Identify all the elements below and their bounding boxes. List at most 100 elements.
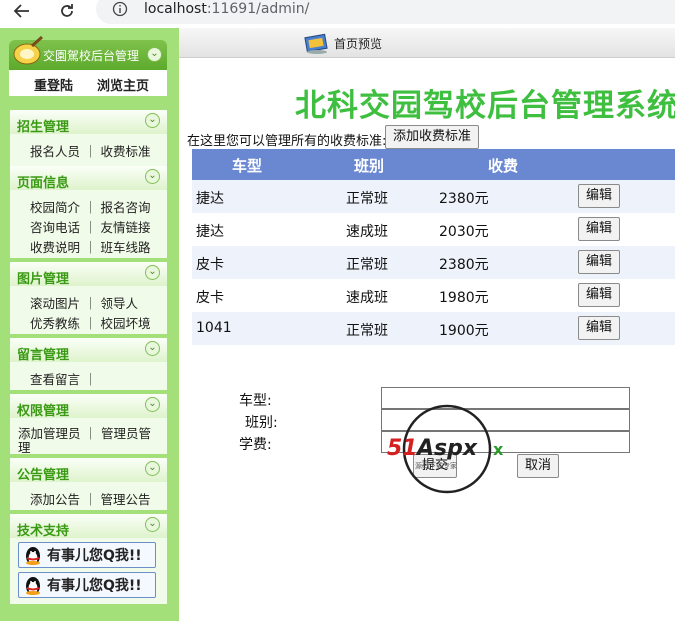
sidebar-section-enrollment: 招生管理 ⌄ 报名人员 ｜ 收费标准	[10, 110, 167, 166]
cell-class: 正常班	[346, 191, 388, 207]
section-header[interactable]: 权限管理 ⌄	[10, 394, 167, 419]
section-header[interactable]: 页面信息 ⌄	[10, 166, 167, 191]
edit-button[interactable]: 编辑	[578, 283, 620, 307]
top-tab-bar: 首页预览	[179, 28, 675, 58]
table-header: 车型 班别 收费	[192, 149, 675, 180]
add-fee-standard-button[interactable]: 添加收费标准	[385, 125, 479, 149]
sidebar-header: 交園駕校后台管理 ⌄	[9, 35, 167, 70]
sidebar-section-announcements: 公告管理 ⌄ 添加公告 ｜ 管理公告	[10, 458, 167, 510]
section-title: 公告管理	[17, 468, 70, 483]
section-links[interactable]: 滚动图片 ｜ 领导人	[30, 293, 138, 312]
cell-fee: 1900元	[439, 323, 489, 339]
browser-toolbar: localhost:11691/admin/	[0, 0, 675, 28]
section-title: 留言管理	[17, 348, 70, 363]
chevron-down-icon[interactable]: ⌄	[145, 397, 160, 412]
qq-penguin-icon	[26, 547, 40, 565]
svg-text:Aspx: Aspx	[415, 436, 478, 461]
cell-fee: 2030元	[439, 224, 489, 240]
section-title: 图片管理	[17, 272, 70, 287]
table-row: 捷达 正常班 2380元 编辑	[192, 180, 675, 213]
section-links[interactable]: 查看留言 ｜	[30, 369, 96, 388]
section-title: 技术支持	[17, 524, 70, 539]
table-row: 捷达 速成班 2030元 编辑	[192, 213, 675, 246]
section-links[interactable]: 优秀教练 ｜ 校园坏境	[30, 313, 150, 332]
section-header[interactable]: 留言管理 ⌄	[10, 338, 167, 363]
sidebar-section-support: 技术支持 ⌄ 有事儿您Q我!! 有事儿您Q我!!	[10, 514, 167, 604]
browse-home-link[interactable]: 浏览主页	[97, 75, 149, 94]
section-links[interactable]: 理	[18, 437, 31, 456]
class-label: 班别:	[245, 415, 278, 431]
url-host: localhost	[144, 1, 207, 17]
edit-button[interactable]: 编辑	[578, 250, 620, 274]
qq-label: 有事儿您Q我!!	[47, 578, 142, 594]
section-links[interactable]: 添加公告 ｜ 管理公告	[30, 489, 150, 508]
chevron-down-icon[interactable]: ⌄	[145, 169, 160, 184]
sidebar-title: 交園駕校后台管理	[43, 49, 140, 63]
cell-car: 捷达	[196, 224, 224, 240]
cell-class: 速成班	[346, 224, 388, 240]
table-row: 皮卡 正常班 2380元 编辑	[192, 246, 675, 279]
relogin-link[interactable]: 重登陆	[34, 75, 73, 94]
cell-class: 速成班	[346, 290, 388, 306]
cell-car: 1041	[196, 320, 232, 336]
chevron-down-icon[interactable]: ⌄	[147, 47, 162, 62]
cancel-button[interactable]: 取消	[517, 454, 559, 478]
chevron-down-icon[interactable]: ⌄	[145, 461, 160, 476]
table-row: 皮卡 速成班 1980元 编辑	[192, 279, 675, 312]
section-title: 招生管理	[17, 120, 70, 135]
svg-text:51: 51	[387, 436, 418, 461]
svg-text:源码下载专家: 源码下载专家	[415, 461, 457, 470]
section-header[interactable]: 图片管理 ⌄	[10, 262, 167, 287]
qq-contact-button[interactable]: 有事儿您Q我!!	[18, 572, 156, 598]
cell-fee: 2380元	[439, 257, 489, 273]
intro-text: 在这里您可以管理所有的收费标准:	[187, 134, 387, 149]
cell-car: 皮卡	[196, 257, 224, 273]
chevron-down-icon[interactable]: ⌄	[145, 517, 160, 532]
column-header-car: 车型	[232, 157, 263, 175]
qq-label: 有事儿您Q我!!	[47, 548, 142, 564]
column-header-fee: 收费	[488, 157, 519, 175]
logo-icon	[13, 35, 44, 65]
section-links[interactable]: 收费说明 ｜ 班车线路	[30, 237, 150, 256]
section-header[interactable]: 招生管理 ⌄	[10, 110, 167, 135]
chevron-down-icon[interactable]: ⌄	[145, 265, 160, 280]
sidebar-section-permissions: 权限管理 ⌄ 添加管理员 ｜ 管理员管 理	[10, 394, 167, 456]
page-title: 北科交园驾校后台管理系统	[295, 88, 675, 124]
table-row: 1041 正常班 1900元 编辑	[192, 312, 675, 345]
home-preview-tab[interactable]: 首页预览	[334, 35, 382, 52]
cell-car: 皮卡	[196, 290, 224, 306]
cell-class: 正常班	[346, 323, 388, 339]
cell-car: 捷达	[196, 191, 224, 207]
reload-icon[interactable]	[53, 0, 81, 22]
sidebar-quick-links: 重登陆 浏览主页	[9, 70, 167, 96]
sidebar-section-images: 图片管理 ⌄ 滚动图片 ｜ 领导人 优秀教练 ｜ 校园坏境	[10, 262, 167, 334]
column-header-class: 班别	[354, 157, 385, 175]
fee-label: 学费:	[239, 437, 272, 453]
section-header[interactable]: 公告管理 ⌄	[10, 458, 167, 483]
edit-button[interactable]: 编辑	[578, 184, 620, 208]
edit-button[interactable]: 编辑	[578, 217, 620, 241]
section-links[interactable]: 校园简介 ｜ 报名咨询	[30, 197, 150, 216]
back-icon[interactable]	[8, 0, 36, 22]
chevron-down-icon[interactable]: ⌄	[145, 341, 160, 356]
section-header[interactable]: 技术支持 ⌄	[10, 514, 167, 539]
cell-fee: 1980元	[439, 290, 489, 306]
cell-class: 正常班	[346, 257, 388, 273]
url-text: localhost:11691/admin/	[144, 1, 309, 17]
section-title: 权限管理	[17, 404, 70, 419]
sidebar-section-page-info: 页面信息 ⌄ 校园简介 ｜ 报名咨询 咨询电话 ｜ 友情链接 收费说明 ｜ 班车…	[10, 166, 167, 258]
section-links[interactable]: 报名人员 ｜ 收费标准	[30, 141, 150, 160]
section-links[interactable]: 咨询电话 ｜ 友情链接	[30, 217, 150, 236]
chevron-down-icon[interactable]: ⌄	[145, 113, 160, 128]
qq-contact-button[interactable]: 有事儿您Q我!!	[18, 542, 156, 568]
site-info-icon[interactable]	[112, 1, 128, 21]
home-preview-icon	[304, 33, 328, 54]
edit-button[interactable]: 编辑	[578, 316, 620, 340]
sidebar: 交園駕校后台管理 ⌄ « 重登陆 浏览主页 招生管理 ⌄ 报名人员 ｜ 收费标准…	[0, 28, 179, 621]
section-links[interactable]: 添加管理员 ｜ 管理员管	[18, 423, 151, 442]
watermark-logo: 51 Aspx x 源码下载专家	[387, 404, 504, 494]
sidebar-section-messages: 留言管理 ⌄ 查看留言 ｜	[10, 338, 167, 390]
cell-fee: 2380元	[439, 191, 489, 207]
svg-text:x: x	[493, 440, 504, 459]
section-title: 页面信息	[17, 176, 70, 191]
